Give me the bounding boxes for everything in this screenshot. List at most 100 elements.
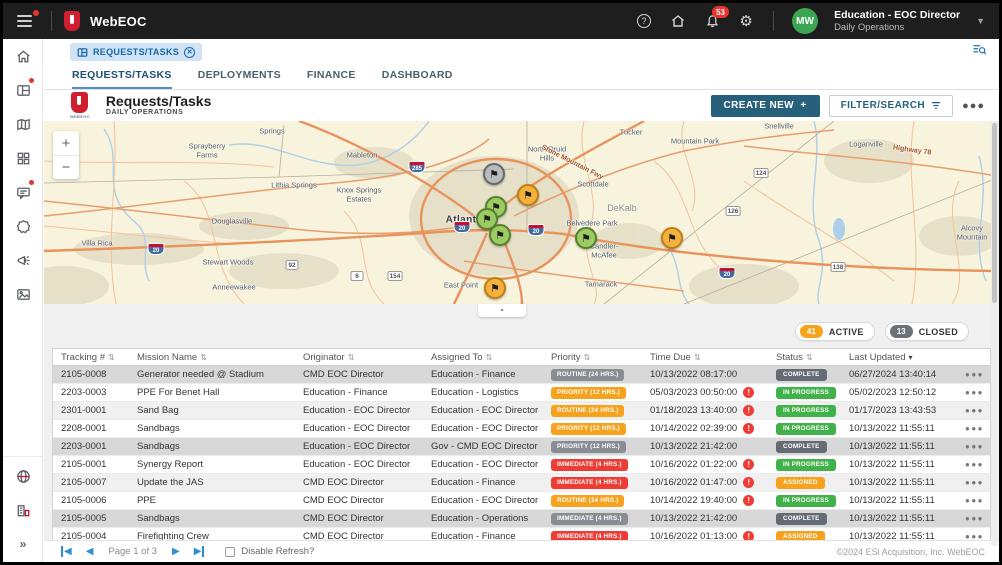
column-header-originator[interactable]: Originator⇅ (295, 352, 423, 363)
sort-icon[interactable]: ⇅ (806, 353, 813, 362)
sidebar-expand-icon[interactable]: » (3, 527, 43, 561)
table-row[interactable]: 2203-0003PPE For Benet HallEducation - F… (53, 384, 990, 402)
priority-badge: IMMEDIATE (4 HRS.) (551, 477, 628, 489)
first-page-button[interactable]: ◀ (61, 546, 72, 557)
sort-icon[interactable]: ⇅ (108, 353, 115, 362)
sidebar-item-badge[interactable] (3, 209, 43, 243)
create-new-button[interactable]: CREATE NEW + (711, 95, 820, 117)
table-row[interactable]: 2105-0001Synergy ReportEducation - EOC D… (53, 456, 990, 474)
row-actions-icon[interactable]: ●●● (959, 460, 990, 469)
sidebar-item-messages[interactable] (3, 175, 43, 209)
table-row[interactable]: 2105-0008Generator needed @ StadiumCMD E… (53, 366, 990, 384)
sidebar-item-maps[interactable] (3, 107, 43, 141)
row-actions-icon[interactable]: ●●● (959, 370, 990, 379)
previous-page-button[interactable]: ◀ (86, 546, 94, 557)
sidebar-item-apps[interactable] (3, 141, 43, 175)
settings-gear-icon[interactable]: ⚙ (737, 12, 755, 30)
webeoc-shield-icon (71, 92, 88, 113)
cell-mission: Sandbags (129, 423, 295, 434)
menu-toggle-icon[interactable] (17, 12, 39, 30)
tab-requests-tasks[interactable]: REQUESTS/TASKS (72, 69, 172, 89)
row-actions-icon[interactable]: ●●● (959, 478, 990, 487)
row-actions-icon[interactable]: ●●● (959, 424, 990, 433)
row-actions-icon[interactable]: ●●● (959, 514, 990, 523)
table-row[interactable]: 2301-0001Sand BagEducation - EOC Directo… (53, 402, 990, 420)
cell-status: IN PROGRESS (768, 458, 841, 471)
row-actions-icon[interactable]: ●●● (959, 496, 990, 505)
advanced-search-icon[interactable] (972, 43, 987, 61)
scrollbar-thumb[interactable] (992, 123, 997, 303)
filter-search-button[interactable]: FILTER/SEARCH (829, 95, 953, 117)
road-shield: 20 (148, 243, 165, 255)
row-actions-icon[interactable]: ●●● (959, 442, 990, 451)
cell-priority: PRIORITY (12 HRS.) (543, 422, 642, 435)
notifications-bell-icon[interactable]: 53 (703, 12, 721, 30)
vertical-scrollbar[interactable] (991, 121, 998, 546)
disable-refresh-checkbox[interactable] (225, 547, 235, 557)
user-avatar[interactable]: MW (792, 8, 818, 34)
column-header-mission-name[interactable]: Mission Name⇅ (129, 352, 295, 363)
notification-count-badge: 53 (712, 6, 729, 18)
table-row[interactable]: 2105-0005SandbagsCMD EOC DirectorEducati… (53, 510, 990, 528)
disable-refresh-control[interactable]: Disable Refresh? (225, 546, 314, 557)
sort-icon[interactable]: ⇅ (584, 353, 591, 362)
tab-finance[interactable]: FINANCE (307, 69, 356, 89)
map-marker-gray[interactable]: ⚑ (483, 163, 505, 185)
status-badge: IN PROGRESS (776, 423, 836, 435)
priority-badge: PRIORITY (12 HRS.) (551, 441, 626, 453)
sort-icon[interactable]: ⇅ (486, 353, 493, 362)
messages-alert-dot (29, 180, 34, 185)
cell-assigned: Education - EOC Director (423, 405, 543, 416)
table-row[interactable]: 2203-0001SandbagsEducation - EOC Directo… (53, 438, 990, 456)
last-page-button[interactable]: ▶ (194, 546, 205, 557)
tab-dashboard[interactable]: DASHBOARD (382, 69, 453, 89)
sidebar-item-home[interactable] (3, 39, 43, 73)
column-header-status[interactable]: Status⇅ (768, 352, 841, 363)
map-marker-orange[interactable]: ⚑ (517, 184, 539, 206)
row-actions-icon[interactable]: ●●● (959, 406, 990, 415)
left-sidebar: » (3, 39, 43, 565)
column-header-priority[interactable]: Priority⇅ (543, 352, 642, 363)
status-badge: IN PROGRESS (776, 405, 836, 417)
sort-desc-icon[interactable]: ▾ (909, 353, 913, 362)
table-row[interactable]: 2208-0001SandbagsEducation - EOC Directo… (53, 420, 990, 438)
more-options-icon[interactable]: ●●● (962, 100, 985, 112)
row-actions-icon[interactable]: ●●● (959, 388, 990, 397)
column-header-last-updated[interactable]: Last Updated▾ (841, 352, 959, 363)
close-icon[interactable]: ✕ (184, 47, 195, 58)
help-icon[interactable]: ? (635, 12, 653, 30)
home-icon[interactable] (669, 12, 687, 30)
map-collapse-button[interactable]: ▴ (478, 304, 526, 317)
user-info[interactable]: Education - EOC Director Daily Operation… (834, 9, 960, 34)
zoom-out-button[interactable]: − (53, 155, 79, 179)
sort-icon[interactable]: ⇅ (694, 353, 701, 362)
next-page-button[interactable]: ▶ (172, 546, 180, 557)
table-row[interactable]: 2105-0006PPECMD EOC DirectorEducation - … (53, 492, 990, 510)
map-marker-orange[interactable]: ⚑ (484, 277, 506, 299)
cell-tracking: 2105-0006 (53, 495, 129, 506)
tab-deployments[interactable]: DEPLOYMENTS (198, 69, 281, 89)
sort-icon[interactable]: ⇅ (348, 353, 355, 362)
map-marker-green[interactable]: ⚑ (489, 224, 511, 246)
sidebar-item-broadcast[interactable] (3, 243, 43, 277)
map-panel[interactable]: + − SpringsSprayberry FarmsMabletonLithi… (44, 121, 997, 304)
column-header-tracking-[interactable]: Tracking #⇅ (53, 352, 129, 363)
sidebar-item-organization[interactable] (3, 493, 43, 527)
chevron-down-icon[interactable]: ▼ (976, 16, 985, 26)
table-row[interactable]: 2105-0007Update the JASCMD EOC DirectorE… (53, 474, 990, 492)
column-header-assigned-to[interactable]: Assigned To⇅ (423, 352, 543, 363)
board-chip-requests-tasks[interactable]: REQUESTS/TASKS ✕ (70, 43, 202, 61)
closed-filter-toggle[interactable]: 13 CLOSED (885, 322, 969, 341)
map-marker-orange[interactable]: ⚑ (661, 227, 683, 249)
sidebar-item-boards[interactable] (3, 73, 43, 107)
board-title-bar: WEBEOC Requests/Tasks DAILY OPERATIONS C… (44, 90, 999, 121)
active-filter-toggle[interactable]: 41 ACTIVE (795, 322, 875, 341)
overdue-alert-icon: ! (743, 423, 754, 434)
column-header-time-due[interactable]: Time Due⇅ (642, 352, 768, 363)
zoom-in-button[interactable]: + (53, 131, 79, 155)
sort-icon[interactable]: ⇅ (200, 353, 207, 362)
sidebar-item-globe[interactable] (3, 459, 43, 493)
map-marker-green[interactable]: ⚑ (575, 227, 597, 249)
cell-last-updated: 10/13/2022 11:55:11 (841, 477, 959, 488)
sidebar-item-media[interactable] (3, 277, 43, 311)
